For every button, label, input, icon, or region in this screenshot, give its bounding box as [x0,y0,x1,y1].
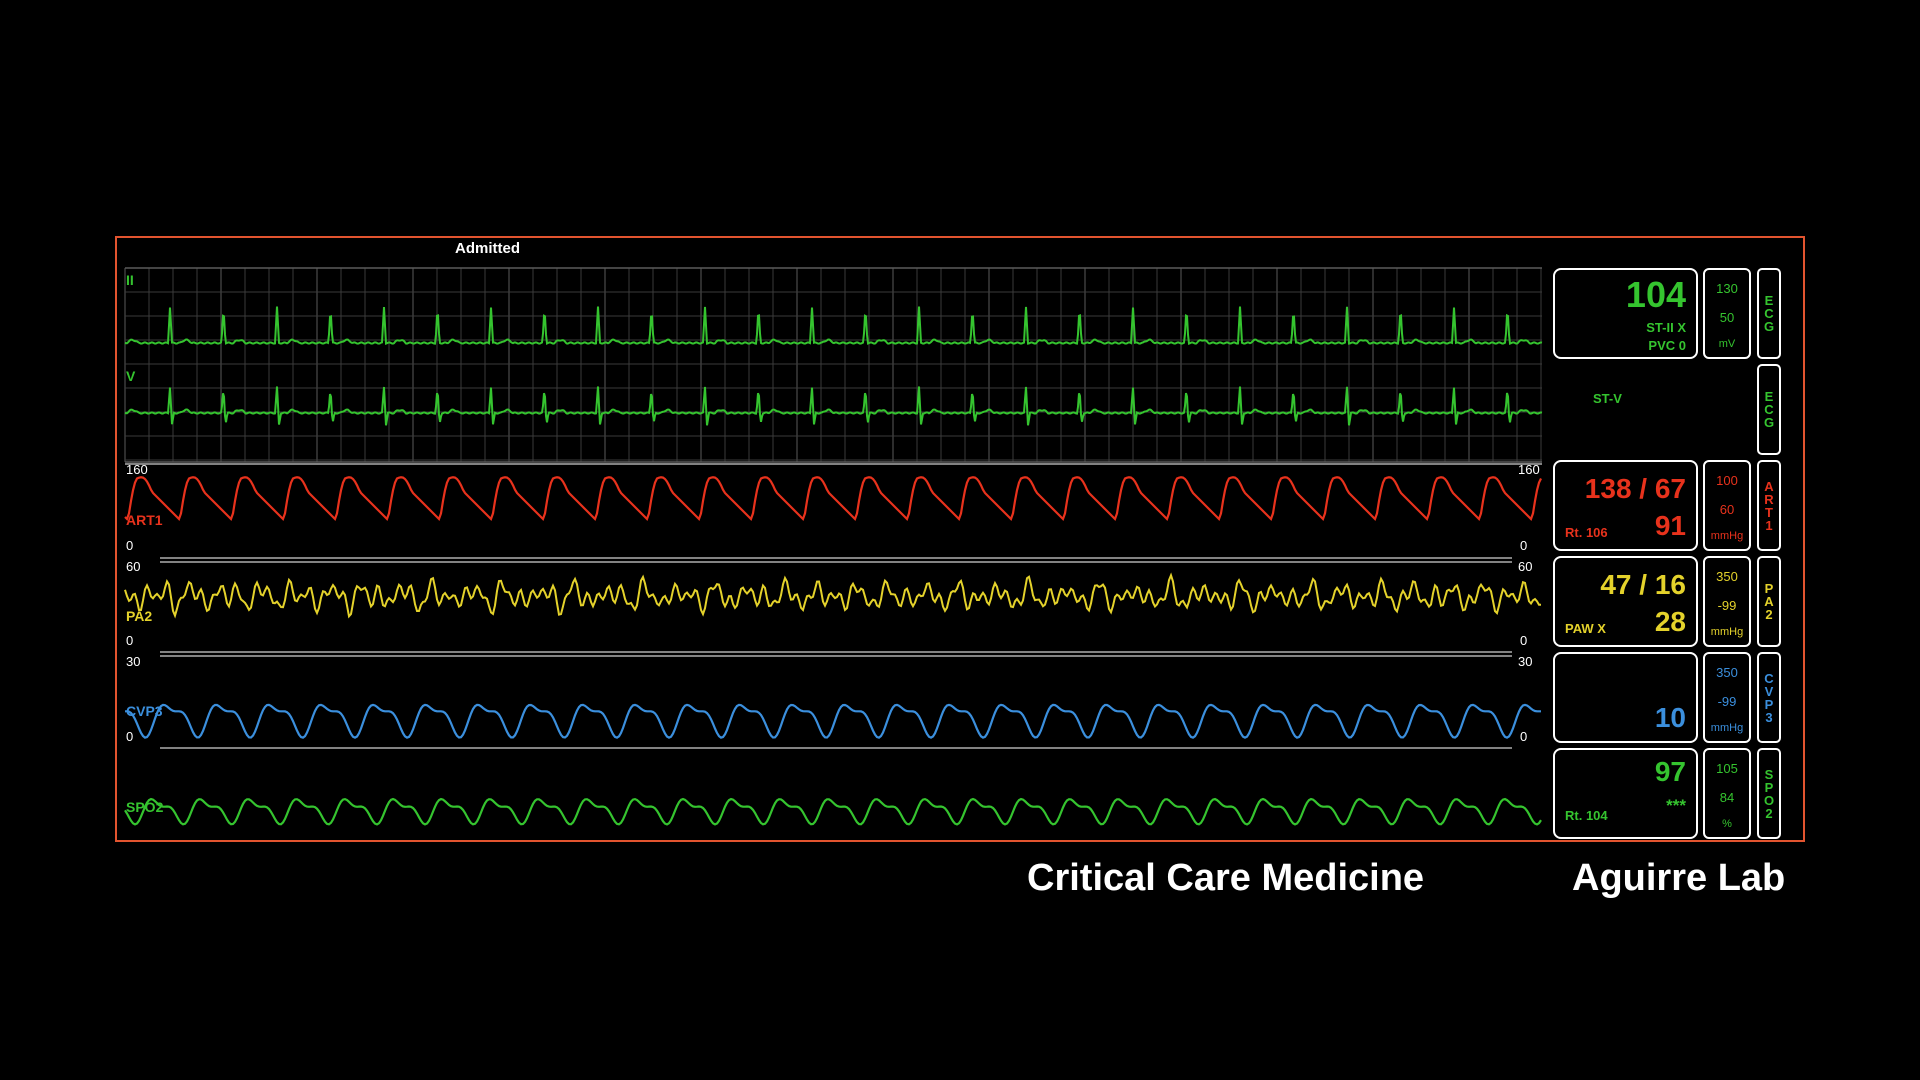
pa-channel-tag[interactable]: PA2 [1757,556,1781,647]
tag-letter: 2 [1765,607,1773,622]
art-waveform [124,476,1542,522]
paw-status: PAW X [1565,621,1606,636]
spo2-rate: Rt. 104 [1565,808,1608,823]
tag-letter: V [1764,683,1774,699]
cvp-numeric-panel: 10 [1553,652,1698,743]
cvp-limit-high: 350 [1716,665,1738,680]
cvp-channel-tag[interactable]: CVP3 [1757,652,1781,743]
tag-letter: O [1763,792,1775,808]
art-scale-bottom-left: 0 [126,538,134,553]
footer-lab: Aguirre Lab [1572,857,1786,899]
pa-mean: 28 [1654,606,1686,637]
cvp-scale-top-left: 30 [126,654,141,669]
tag-letter: P [1764,696,1774,712]
spo2-numeric-panel: 97 *** Rt. 104 [1553,748,1698,839]
spo2-signal-quality: *** [1666,796,1686,815]
ecg-limit-low: 50 [1719,310,1735,325]
ecg-v-label: V [126,368,136,384]
tag-letter: G [1763,319,1775,334]
cvp-scale-bottom-right: 0 [1520,729,1528,744]
art-scale-top-left: 160 [126,462,148,477]
tag-letter: C [1764,670,1774,686]
cvp-mean: 10 [1654,702,1686,733]
pa-waveform [124,572,1541,619]
cvp-label: CVP3 [126,703,163,719]
ecg-unit: mV [1718,338,1736,350]
ecg-ii-waveform [124,306,1543,346]
cvp-scale-bottom-left: 0 [126,729,134,744]
ecg-grid [124,267,1542,463]
ecg-v-channel-tag[interactable]: ECG [1757,364,1781,455]
pa-systolic-diastolic: 47 / 16 [1600,569,1686,600]
spo2-limits-panel: 105 84 % [1703,748,1751,839]
pa-limits-panel: 350 -99 mmHg [1703,556,1751,647]
spo2-waveform [124,797,1542,826]
cvp-waveform [125,703,1541,739]
art-rate: Rt. 106 [1565,525,1608,540]
cvp-unit: mmHg [1710,722,1744,734]
spo2-limit-high: 105 [1716,761,1738,776]
cvp-scale-top-right: 30 [1518,654,1533,669]
pa-unit: mmHg [1710,626,1744,638]
pa-limit-low: -99 [1717,598,1737,613]
heart-rate-value: 104 [1625,274,1686,315]
pa-scale-top-left: 60 [126,559,141,574]
st-v-label: ST-V [1593,391,1622,406]
pa-scale-top-right: 60 [1518,559,1533,574]
tag-letter: T [1765,504,1773,520]
art-unit: mmHg [1710,530,1744,542]
pa-label: PA2 [126,608,153,624]
st-ii-status: ST-II X [1646,320,1686,335]
spo2-value: 97 [1654,756,1686,787]
ecg-v-waveform [124,386,1543,426]
art-limit-low: 60 [1719,502,1735,517]
art-mean: 91 [1654,510,1686,541]
art-label: ART1 [126,512,163,528]
ecg-limits-panel: 130 50 mV [1703,268,1751,359]
tag-letter: S [1764,766,1774,782]
spo2-label: SPO2 [126,799,164,815]
tag-letter: G [1763,415,1775,430]
cvp-limits-panel: 350 -99 mmHg [1703,652,1751,743]
pa-scale-bottom-left: 0 [126,633,134,648]
art-limits-panel: 100 60 mmHg [1703,460,1751,551]
art-scale-top-right: 160 [1518,462,1540,477]
art-limit-high: 100 [1716,473,1738,488]
ecg-numeric-panel: 104 ST-II X PVC 0 [1553,268,1698,359]
ecg-ii-label: II [126,272,134,288]
art-numeric-panel: 138 / 67 Rt. 106 91 [1553,460,1698,551]
cvp-limit-low: -99 [1717,694,1737,709]
art-channel-tag[interactable]: ART1 [1757,460,1781,551]
footer-department: Critical Care Medicine [1027,857,1425,899]
pa-scale-bottom-right: 0 [1520,633,1528,648]
tag-letter: P [1764,779,1774,795]
art-scale-bottom-right: 0 [1520,538,1528,553]
pa-limit-high: 350 [1716,569,1738,584]
tag-letter: A [1764,478,1774,494]
ecg-channel-tag[interactable]: ECG [1757,268,1781,359]
tag-letter: 3 [1765,709,1773,725]
tag-letter: 2 [1765,805,1773,821]
spo2-limit-low: 84 [1719,790,1735,805]
pvc-count: PVC 0 [1648,338,1686,353]
pa-numeric-panel: 47 / 16 PAW X 28 [1553,556,1698,647]
spo2-channel-tag[interactable]: SPO2 [1757,748,1781,839]
ecg-limit-high: 130 [1716,281,1738,296]
tag-letter: R [1764,491,1774,507]
tag-letter: 1 [1765,517,1773,533]
spo2-unit: % [1722,818,1732,830]
art-systolic-diastolic: 138 / 67 [1584,473,1686,504]
